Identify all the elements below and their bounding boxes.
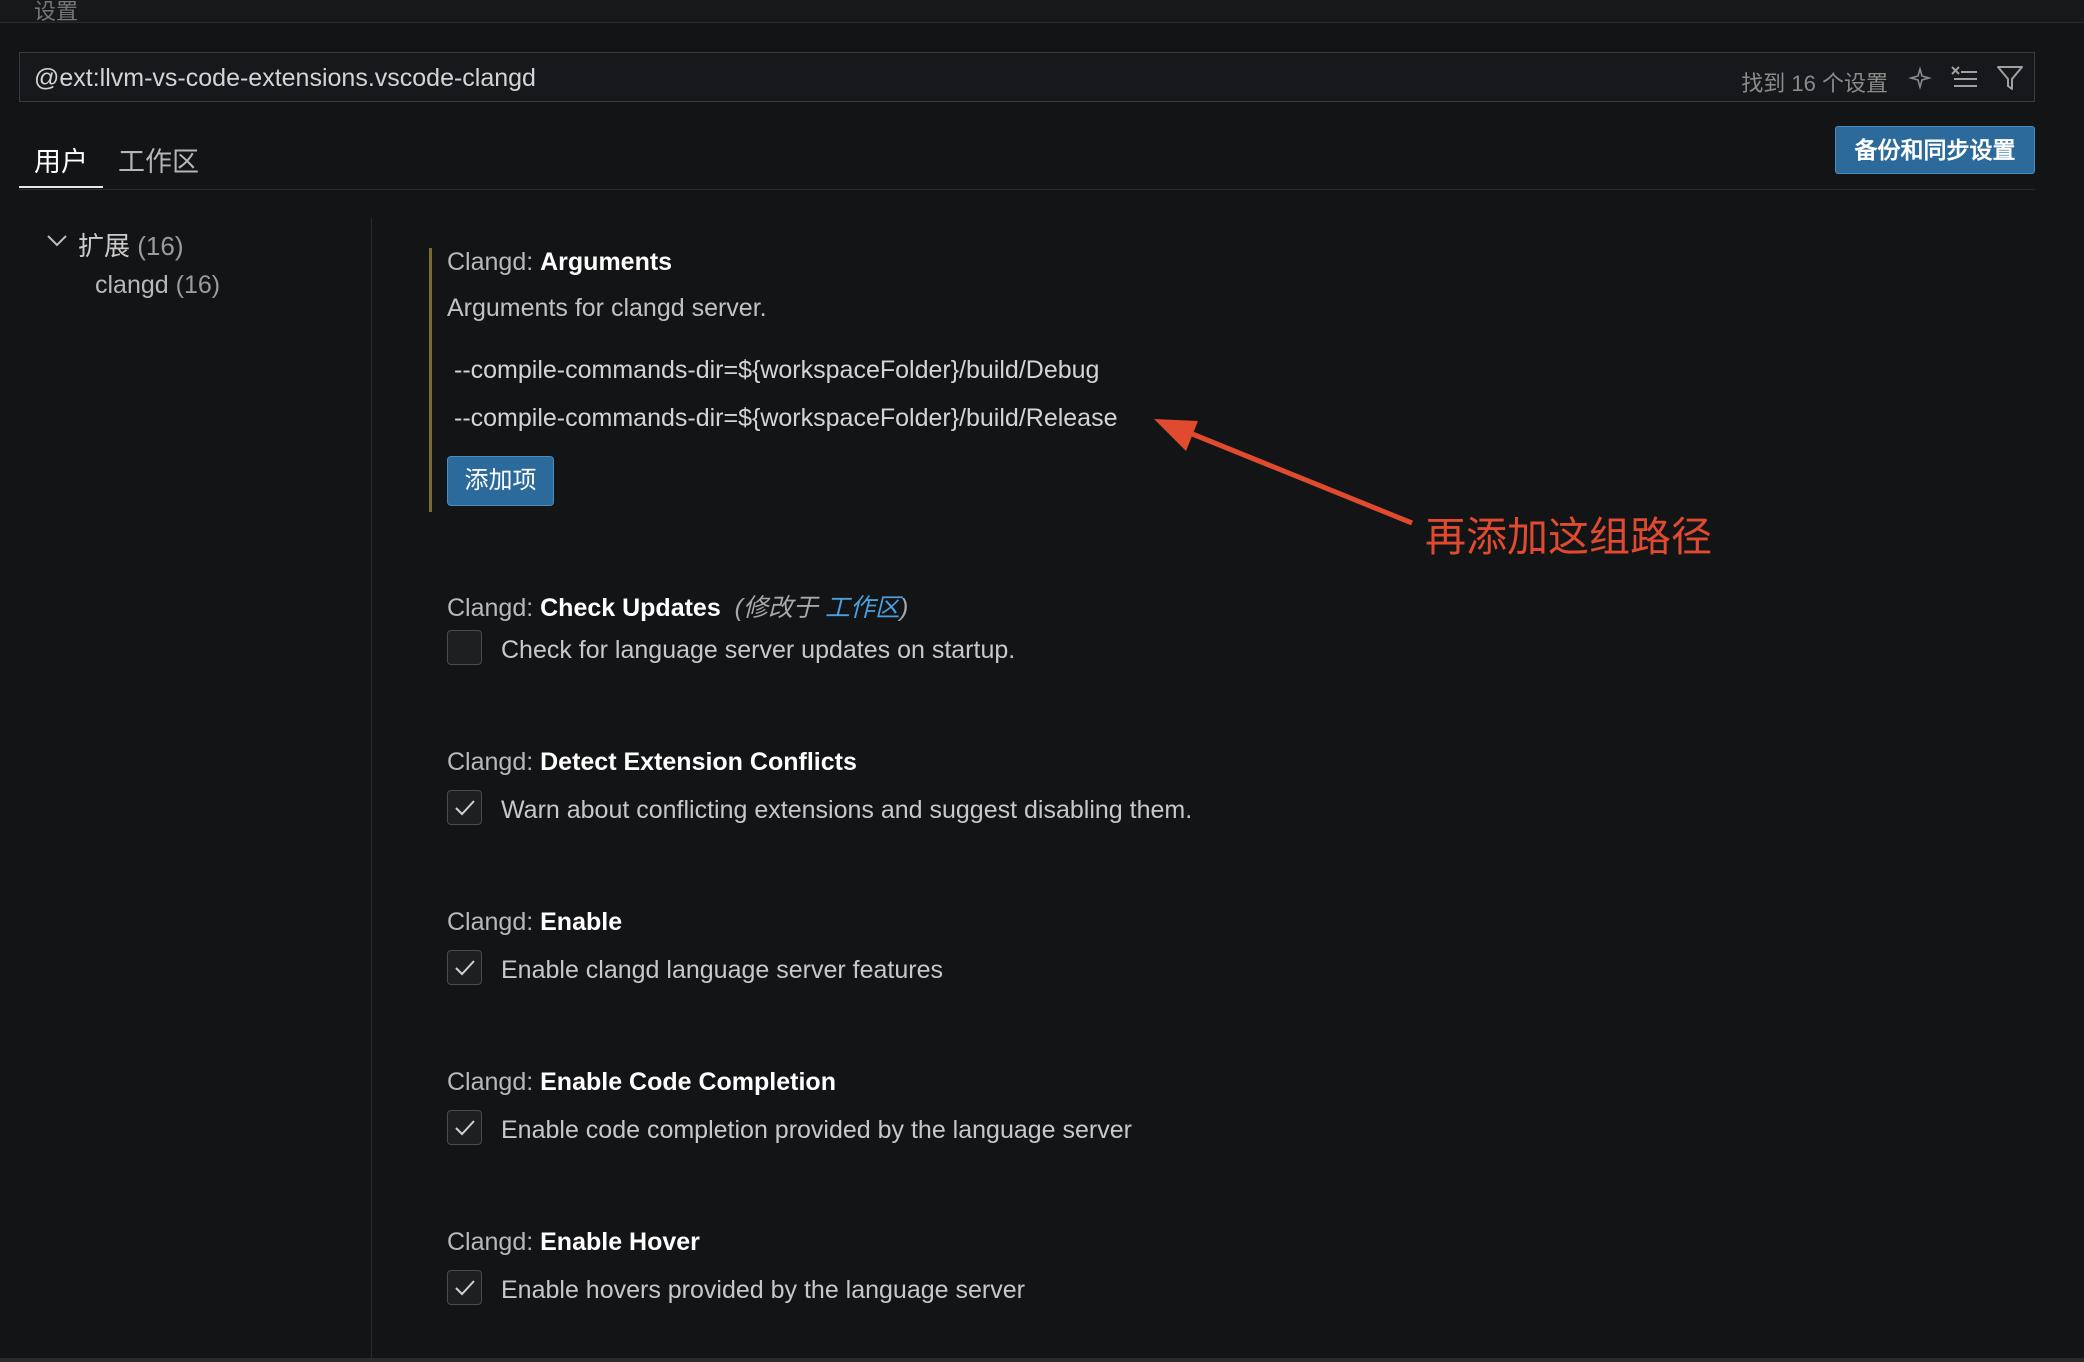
modified-indicator <box>429 248 432 512</box>
sidebar-divider <box>371 218 372 1362</box>
tree-item-count: (16) <box>137 231 184 261</box>
check-icon <box>455 1120 475 1136</box>
argument-item[interactable]: --compile-commands-dir=${workspaceFolder… <box>454 404 1118 433</box>
check-icon <box>455 1280 475 1296</box>
enable-hover-label: Enable hovers provided by the language s… <box>501 1276 1025 1304</box>
tree-item-count: (16) <box>175 271 221 299</box>
annotation-arrow <box>1154 419 1413 526</box>
setting-title-arguments: Clangd: Arguments <box>447 248 673 276</box>
sparkle-icon[interactable] <box>1904 62 1936 94</box>
tab-workspace[interactable]: 工作区 <box>118 140 199 179</box>
modified-in-note: (修改于 工作区) <box>734 594 909 622</box>
filter-icon[interactable] <box>1994 62 2026 94</box>
setting-title-enable-hover: Clangd: Enable Hover <box>447 1228 700 1256</box>
tab-user[interactable]: 用户 <box>34 140 88 179</box>
tree-item-label: clangd <box>95 271 169 299</box>
annotation-text: 再添加这组路径 <box>1425 514 1712 560</box>
check-updates-label: Check for language server updates on sta… <box>501 636 1016 664</box>
detect-conflicts-label: Warn about conflicting extensions and su… <box>501 796 1193 824</box>
backup-sync-button[interactable]: 备份和同步设置 <box>1835 126 2035 174</box>
setting-title-check-updates: Clangd: Check Updates (修改于 工作区) <box>447 594 909 622</box>
setting-title-enable-code-completion: Clangd: Enable Code Completion <box>447 1068 836 1096</box>
settings-search-input[interactable]: @ext:llvm-vs-code-extensions.vscode-clan… <box>19 52 2035 102</box>
workspace-link[interactable]: 工作区 <box>825 594 900 622</box>
bottom-border <box>0 1358 2084 1362</box>
enable-hover-checkbox[interactable] <box>447 1270 482 1305</box>
clear-filter-icon[interactable] <box>1948 62 1980 94</box>
setting-title-enable: Clangd: Enable <box>447 908 623 936</box>
window-title: 设置 <box>34 0 79 24</box>
tree-item-extensions[interactable]: 扩展 (16) <box>78 226 184 263</box>
argument-item[interactable]: --compile-commands-dir=${workspaceFolder… <box>454 356 1099 385</box>
setting-description-arguments: Arguments for clangd server. <box>447 294 767 322</box>
tree-item-clangd[interactable]: clangd (16) <box>95 271 220 300</box>
title-strip: 设置 <box>0 0 2084 24</box>
add-item-button[interactable]: 添加项 <box>447 456 554 506</box>
enable-checkbox[interactable] <box>447 950 482 985</box>
chevron-down-icon[interactable] <box>44 228 70 254</box>
check-icon <box>455 960 475 976</box>
setting-title-detect-conflicts: Clangd: Detect Extension Conflicts <box>447 748 857 776</box>
enable-label: Enable clangd language server features <box>501 956 943 984</box>
enable-code-completion-checkbox[interactable] <box>447 1110 482 1145</box>
tree-item-label: 扩展 <box>78 231 131 261</box>
tabs-divider <box>19 189 2035 190</box>
search-result-count: 找到 16 个设置 <box>1741 71 1888 96</box>
detect-conflicts-checkbox[interactable] <box>447 790 482 825</box>
check-updates-checkbox[interactable] <box>447 630 482 665</box>
enable-code-completion-label: Enable code completion provided by the l… <box>501 1116 1132 1144</box>
active-tab-indicator <box>19 186 103 188</box>
check-icon <box>455 800 475 816</box>
search-query: @ext:llvm-vs-code-extensions.vscode-clan… <box>34 64 536 92</box>
